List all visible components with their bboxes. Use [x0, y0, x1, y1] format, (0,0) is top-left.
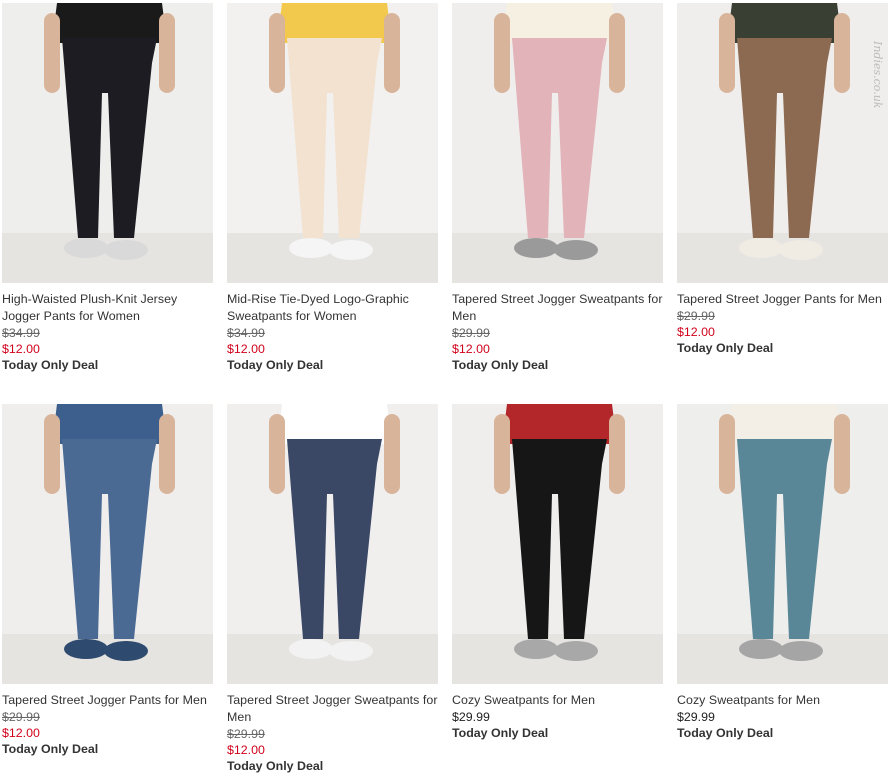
original-price: $34.99	[227, 326, 265, 340]
sale-price: $12.00	[2, 726, 40, 740]
deal-badge: Today Only Deal	[677, 726, 774, 740]
product-image[interactable]: Indies.co.uk	[677, 3, 888, 283]
regular-price: $29.99	[452, 710, 490, 724]
product-card[interactable]: Tapered Street Jogger Sweatpants for Men…	[227, 404, 439, 774]
regular-price: $29.99	[677, 710, 715, 724]
product-name[interactable]: Tapered Street Jogger Pants for Men	[2, 692, 214, 709]
deal-badge: Today Only Deal	[227, 358, 324, 372]
original-price: $34.99	[2, 326, 40, 340]
sale-price: $12.00	[227, 342, 265, 356]
product-card[interactable]: High-Waisted Plush-Knit Jersey Jogger Pa…	[2, 3, 214, 373]
sale-price: $12.00	[677, 325, 715, 339]
watermark: Indies.co.uk	[871, 41, 884, 109]
product-image[interactable]	[227, 404, 438, 684]
product-card[interactable]: Tapered Street Jogger Sweatpants for Men…	[452, 3, 664, 373]
deal-badge: Today Only Deal	[452, 726, 549, 740]
deal-badge: Today Only Deal	[2, 742, 99, 756]
product-card[interactable]: Mid-Rise Tie-Dyed Logo-Graphic Sweatpant…	[227, 3, 439, 373]
product-name[interactable]: High-Waisted Plush-Knit Jersey Jogger Pa…	[2, 291, 214, 325]
deal-badge: Today Only Deal	[677, 341, 774, 355]
product-card[interactable]: Cozy Sweatpants for Men $29.99 Today Only …	[677, 404, 889, 741]
deal-badge: Today Only Deal	[452, 358, 549, 372]
original-price: $29.99	[677, 309, 715, 323]
product-name[interactable]: Cozy Sweatpants for Men	[452, 692, 664, 709]
product-card[interactable]: Cozy Sweatpants for Men $29.99 Today Only …	[452, 404, 664, 741]
product-image[interactable]	[2, 404, 213, 684]
product-name[interactable]: Mid-Rise Tie-Dyed Logo-Graphic Sweatpant…	[227, 291, 439, 325]
product-card[interactable]: Tapered Street Jogger Pants for Men $29.9…	[2, 404, 214, 757]
product-image[interactable]	[227, 3, 438, 283]
product-image[interactable]	[452, 404, 663, 684]
product-card[interactable]: Indies.co.uk Tapered Street Jogger Pants …	[677, 3, 889, 356]
sale-price: $12.00	[227, 743, 265, 757]
original-price: $29.99	[227, 727, 265, 741]
sale-price: $12.00	[2, 342, 40, 356]
original-price: $29.99	[452, 326, 490, 340]
product-name[interactable]: Tapered Street Jogger Sweatpants for Men	[227, 692, 439, 726]
product-name[interactable]: Tapered Street Jogger Sweatpants for Men	[452, 291, 664, 325]
sale-price: $12.00	[452, 342, 490, 356]
product-name[interactable]: Tapered Street Jogger Pants for Men	[677, 291, 889, 308]
product-image[interactable]	[677, 404, 888, 684]
product-image[interactable]	[2, 3, 213, 283]
deal-badge: Today Only Deal	[2, 358, 99, 372]
product-name[interactable]: Cozy Sweatpants for Men	[677, 692, 889, 709]
original-price: $29.99	[2, 710, 40, 724]
product-image[interactable]	[452, 3, 663, 283]
